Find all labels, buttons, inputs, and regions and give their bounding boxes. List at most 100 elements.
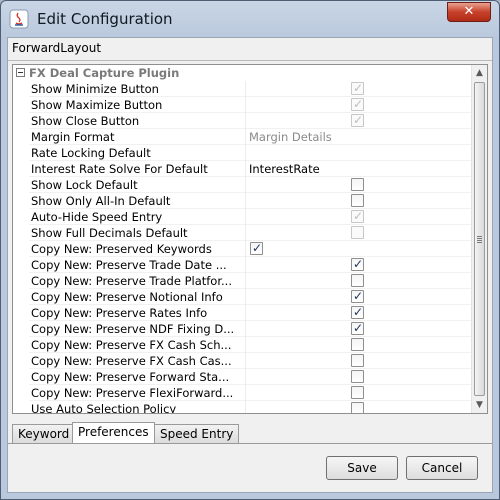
column-divider <box>245 225 246 241</box>
column-divider <box>245 113 246 129</box>
column-divider <box>245 305 246 321</box>
check-icon: ✓ <box>353 289 364 303</box>
cancel-button[interactable]: Cancel <box>406 456 478 480</box>
divider <box>8 60 492 61</box>
column-divider <box>245 385 246 401</box>
property-value[interactable]: Margin Details <box>249 129 469 145</box>
property-name: Interest Rate Solve For Default <box>31 162 208 176</box>
column-divider <box>245 369 246 385</box>
title-bar[interactable]: Edit Configuration ✕ <box>1 1 499 37</box>
property-checkbox[interactable] <box>351 274 364 287</box>
close-button[interactable]: ✕ <box>447 2 491 22</box>
property-row[interactable]: Copy New: Preserve Rates Info ✓ <box>29 305 471 321</box>
property-row[interactable]: Rate Locking Default <box>29 145 471 161</box>
tab-preferences[interactable]: Preferences <box>72 422 155 444</box>
vertical-scrollbar[interactable]: ▲ ▼ <box>471 65 487 413</box>
property-name: Copy New: Preserved Keywords <box>31 242 212 256</box>
save-button[interactable]: Save <box>326 456 398 480</box>
property-row[interactable]: Margin Format Margin Details <box>29 129 471 145</box>
property-checkbox[interactable] <box>351 178 364 191</box>
property-checkbox[interactable] <box>351 338 364 351</box>
property-row[interactable]: Copy New: Preserve FX Cash Sch... <box>29 337 471 353</box>
column-divider <box>245 97 246 113</box>
layout-name-label: ForwardLayout <box>12 41 102 55</box>
property-row[interactable]: Show Close Button ✓ <box>29 113 471 129</box>
property-name: Show Only All-In Default <box>31 194 171 208</box>
property-name: Use Auto Selection Policy <box>31 402 177 414</box>
check-icon: ✓ <box>353 209 364 223</box>
group-title: FX Deal Capture Plugin <box>29 66 180 80</box>
property-name: Auto-Hide Speed Entry <box>31 210 163 224</box>
property-name: Copy New: Preserve NDF Fixing D... <box>31 322 235 336</box>
tab-keyword[interactable]: Keyword <box>12 424 76 443</box>
property-row[interactable]: Copy New: Preserve FX Cash Cas... <box>29 353 471 369</box>
property-checkbox: ✓ <box>351 98 364 111</box>
property-rows: Show Minimize Button ✓ Show Maximize Butto… <box>29 81 471 414</box>
property-checkbox[interactable] <box>351 370 364 383</box>
property-row[interactable]: Copy New: Preserve Trade Date ... ✓ <box>29 257 471 273</box>
property-row[interactable]: Show Minimize Button ✓ <box>29 81 471 97</box>
property-name: Copy New: Preserve FX Cash Cas... <box>31 354 232 368</box>
property-name: Copy New: Preserve FlexiForward... <box>31 386 234 400</box>
property-row[interactable]: Show Maximize Button ✓ <box>29 97 471 113</box>
property-name: Copy New: Preserve FX Cash Sch... <box>31 338 232 352</box>
tab-speed-entry[interactable]: Speed Entry <box>154 424 240 443</box>
property-checkbox[interactable] <box>351 386 364 399</box>
column-divider <box>245 241 246 257</box>
property-name: Copy New: Preserve Rates Info <box>31 306 208 320</box>
column-divider <box>245 337 246 353</box>
check-icon: ✓ <box>353 257 364 271</box>
property-row[interactable]: Copy New: Preserve Trade Platfor... <box>29 273 471 289</box>
property-row[interactable]: Copy New: Preserve FlexiForward... <box>29 385 471 401</box>
property-name: Rate Locking Default <box>31 146 151 160</box>
group-header[interactable]: FX Deal Capture Plugin <box>13 65 471 81</box>
property-row[interactable]: Show Only All-In Default <box>29 193 471 209</box>
property-name: Show Minimize Button <box>31 82 159 96</box>
column-divider <box>245 81 246 97</box>
property-checkbox[interactable]: ✓ <box>351 306 364 319</box>
dialog-body: ForwardLayout FX Deal Capture Plugin Sho… <box>7 37 493 493</box>
property-checkbox: ✓ <box>351 210 364 223</box>
scrollbar-thumb[interactable] <box>474 82 485 396</box>
property-name: Copy New: Preserve Trade Platfor... <box>31 274 232 288</box>
column-divider <box>245 145 246 161</box>
property-checkbox[interactable]: ✓ <box>250 242 263 255</box>
property-name: Show Close Button <box>31 114 140 128</box>
property-checkbox[interactable] <box>351 354 364 367</box>
tab-baseline <box>8 443 492 444</box>
property-checkbox[interactable]: ✓ <box>351 322 364 335</box>
window-title: Edit Configuration <box>37 10 173 28</box>
property-row[interactable]: Copy New: Preserve NDF Fixing D... ✓ <box>29 321 471 337</box>
property-name: Show Maximize Button <box>31 98 163 112</box>
property-row[interactable]: Interest Rate Solve For Default InterestR… <box>29 161 471 177</box>
property-row[interactable]: Copy New: Preserved Keywords ✓ <box>29 241 471 257</box>
column-divider <box>245 129 246 145</box>
property-row[interactable]: Auto-Hide Speed Entry ✓ <box>29 209 471 225</box>
property-row[interactable]: Copy New: Preserve Notional Info ✓ <box>29 289 471 305</box>
property-checkbox <box>351 226 364 239</box>
property-row[interactable]: Show Full Decimals Default <box>29 225 471 241</box>
close-icon: ✕ <box>463 4 475 19</box>
property-row[interactable]: Use Auto Selection Policy <box>29 401 471 414</box>
property-name: Show Lock Default <box>31 178 138 192</box>
property-checkbox[interactable]: ✓ <box>351 258 364 271</box>
scroll-down-icon[interactable]: ▼ <box>472 397 487 413</box>
column-divider <box>245 273 246 289</box>
check-icon: ✓ <box>252 241 263 255</box>
column-divider <box>245 209 246 225</box>
property-row[interactable]: Show Lock Default <box>29 177 471 193</box>
column-divider <box>245 161 246 177</box>
property-row[interactable]: Copy New: Preserve Forward Sta... <box>29 369 471 385</box>
property-value[interactable]: InterestRate <box>249 161 469 177</box>
property-name: Copy New: Preserve Forward Sta... <box>31 370 230 384</box>
property-checkbox[interactable] <box>351 402 364 413</box>
column-divider <box>245 193 246 209</box>
property-value[interactable] <box>249 145 469 161</box>
check-icon: ✓ <box>353 305 364 319</box>
column-divider <box>245 177 246 193</box>
collapse-icon[interactable] <box>16 68 25 77</box>
property-checkbox[interactable] <box>351 194 364 207</box>
property-checkbox[interactable]: ✓ <box>351 290 364 303</box>
scroll-up-icon[interactable]: ▲ <box>472 65 487 81</box>
java-icon <box>9 9 29 29</box>
